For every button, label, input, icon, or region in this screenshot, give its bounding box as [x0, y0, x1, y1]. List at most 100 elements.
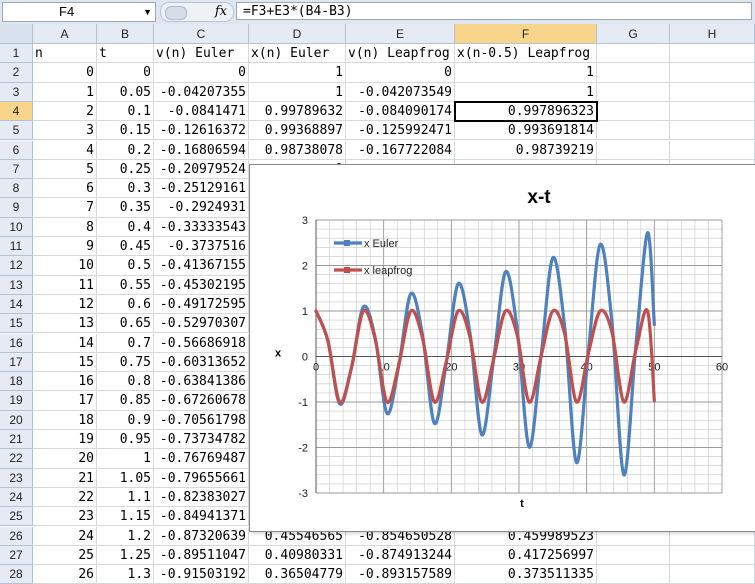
cell-b2[interactable]: 0 [97, 63, 154, 82]
cell-a1[interactable]: n [33, 44, 97, 63]
row-header-6[interactable]: 6 [0, 141, 33, 160]
row-header-15[interactable]: 15 [0, 314, 33, 333]
cell-e27[interactable]: -0.874913244 [346, 546, 455, 565]
cell-b20[interactable]: 0.9 [97, 411, 154, 430]
cell-e1[interactable]: v(n) Leapfrog [346, 44, 455, 63]
cell-e6[interactable]: -0.167722084 [346, 141, 455, 160]
cell-a10[interactable]: 8 [33, 218, 97, 237]
row-header-13[interactable]: 13 [0, 276, 33, 295]
row-header-21[interactable]: 21 [0, 430, 33, 449]
column-header-a[interactable]: A [33, 24, 97, 44]
cell-b19[interactable]: 0.85 [97, 391, 154, 410]
cell-h5[interactable] [670, 121, 755, 140]
cell-a13[interactable]: 11 [33, 276, 97, 295]
cell-a12[interactable]: 10 [33, 256, 97, 275]
cell-c16[interactable]: -0.56686918 [154, 334, 249, 353]
row-header-17[interactable]: 17 [0, 353, 33, 372]
cell-g28[interactable] [597, 565, 670, 584]
cell-c1[interactable]: v(n) Euler [154, 44, 249, 63]
cell-c10[interactable]: -0.33333543 [154, 218, 249, 237]
row-header-4[interactable]: 4 [0, 102, 33, 121]
cell-b3[interactable]: 0.05 [97, 83, 154, 102]
cell-d28[interactable]: 0.36504779 [249, 565, 346, 584]
cell-d4[interactable]: 0.99789632 [249, 102, 346, 121]
row-header-14[interactable]: 14 [0, 295, 33, 314]
cell-b8[interactable]: 0.3 [97, 179, 154, 198]
cell-b25[interactable]: 1.15 [97, 507, 154, 526]
cell-c27[interactable]: -0.89511047 [154, 546, 249, 565]
cell-d3[interactable]: 1 [249, 83, 346, 102]
cell-d1[interactable]: x(n) Euler [249, 44, 346, 63]
row-header-24[interactable]: 24 [0, 488, 33, 507]
formula-input[interactable]: =F3+E3*(B4-B3) [236, 2, 752, 20]
cell-b21[interactable]: 0.95 [97, 430, 154, 449]
cell-c14[interactable]: -0.49172595 [154, 295, 249, 314]
select-all-corner[interactable] [0, 24, 33, 44]
row-header-10[interactable]: 10 [0, 218, 33, 237]
cell-g27[interactable] [597, 546, 670, 565]
cell-c18[interactable]: -0.63841386 [154, 372, 249, 391]
cell-a18[interactable]: 16 [33, 372, 97, 391]
cell-a6[interactable]: 4 [33, 141, 97, 160]
cell-b15[interactable]: 0.65 [97, 314, 154, 333]
row-header-16[interactable]: 16 [0, 334, 33, 353]
row-header-19[interactable]: 19 [0, 391, 33, 410]
row-header-9[interactable]: 9 [0, 198, 33, 217]
row-header-1[interactable]: 1 [0, 44, 33, 63]
cell-h2[interactable] [670, 63, 755, 82]
cell-a22[interactable]: 20 [33, 449, 97, 468]
cell-b12[interactable]: 0.5 [97, 256, 154, 275]
cell-c2[interactable]: 0 [154, 63, 249, 82]
column-header-f[interactable]: F [455, 24, 597, 44]
fx-icon[interactable]: fx [215, 3, 227, 21]
cell-b14[interactable]: 0.6 [97, 295, 154, 314]
cell-a26[interactable]: 24 [33, 527, 97, 546]
cell-h28[interactable] [670, 565, 755, 584]
cell-c6[interactable]: -0.16806594 [154, 141, 249, 160]
cell-b4[interactable]: 0.1 [97, 102, 154, 121]
cell-f1[interactable]: x(n-0.5) Leapfrog [455, 44, 597, 63]
cell-b9[interactable]: 0.35 [97, 198, 154, 217]
cell-e28[interactable]: -0.893157589 [346, 565, 455, 584]
cell-c17[interactable]: -0.60313652 [154, 353, 249, 372]
cell-h6[interactable] [670, 141, 755, 160]
cell-b28[interactable]: 1.3 [97, 565, 154, 584]
cell-a23[interactable]: 21 [33, 469, 97, 488]
cell-a21[interactable]: 19 [33, 430, 97, 449]
cell-f6[interactable]: 0.98739219 [455, 141, 597, 160]
row-header-7[interactable]: 7 [0, 160, 33, 179]
cell-a5[interactable]: 3 [33, 121, 97, 140]
cell-c7[interactable]: -0.20979524 [154, 160, 249, 179]
row-header-5[interactable]: 5 [0, 121, 33, 140]
cell-a20[interactable]: 18 [33, 411, 97, 430]
column-header-b[interactable]: B [97, 24, 154, 44]
cell-a3[interactable]: 1 [33, 83, 97, 102]
cell-g2[interactable] [597, 63, 670, 82]
cell-c12[interactable]: -0.41367155 [154, 256, 249, 275]
cell-c28[interactable]: -0.91503192 [154, 565, 249, 584]
cell-b11[interactable]: 0.45 [97, 237, 154, 256]
cell-h27[interactable] [670, 546, 755, 565]
cell-d5[interactable]: 0.99368897 [249, 121, 346, 140]
cell-c5[interactable]: -0.12616372 [154, 121, 249, 140]
cell-b6[interactable]: 0.2 [97, 141, 154, 160]
cell-b22[interactable]: 1 [97, 449, 154, 468]
resize-grip-icon[interactable] [165, 6, 187, 20]
cell-c26[interactable]: -0.87320639 [154, 527, 249, 546]
row-header-20[interactable]: 20 [0, 411, 33, 430]
cell-a25[interactable]: 23 [33, 507, 97, 526]
cell-c8[interactable]: -0.25129161 [154, 179, 249, 198]
cell-b5[interactable]: 0.15 [97, 121, 154, 140]
cell-f3[interactable]: 1 [455, 83, 597, 102]
cell-c19[interactable]: -0.67260678 [154, 391, 249, 410]
row-header-18[interactable]: 18 [0, 372, 33, 391]
cell-d6[interactable]: 0.98738078 [249, 141, 346, 160]
cell-a8[interactable]: 6 [33, 179, 97, 198]
name-box[interactable]: F4 ▼ [2, 2, 156, 22]
cell-g4[interactable] [597, 102, 670, 121]
cell-b27[interactable]: 1.25 [97, 546, 154, 565]
cell-g3[interactable] [597, 83, 670, 102]
cell-f2[interactable]: 1 [455, 63, 597, 82]
row-header-8[interactable]: 8 [0, 179, 33, 198]
cell-a2[interactable]: 0 [33, 63, 97, 82]
